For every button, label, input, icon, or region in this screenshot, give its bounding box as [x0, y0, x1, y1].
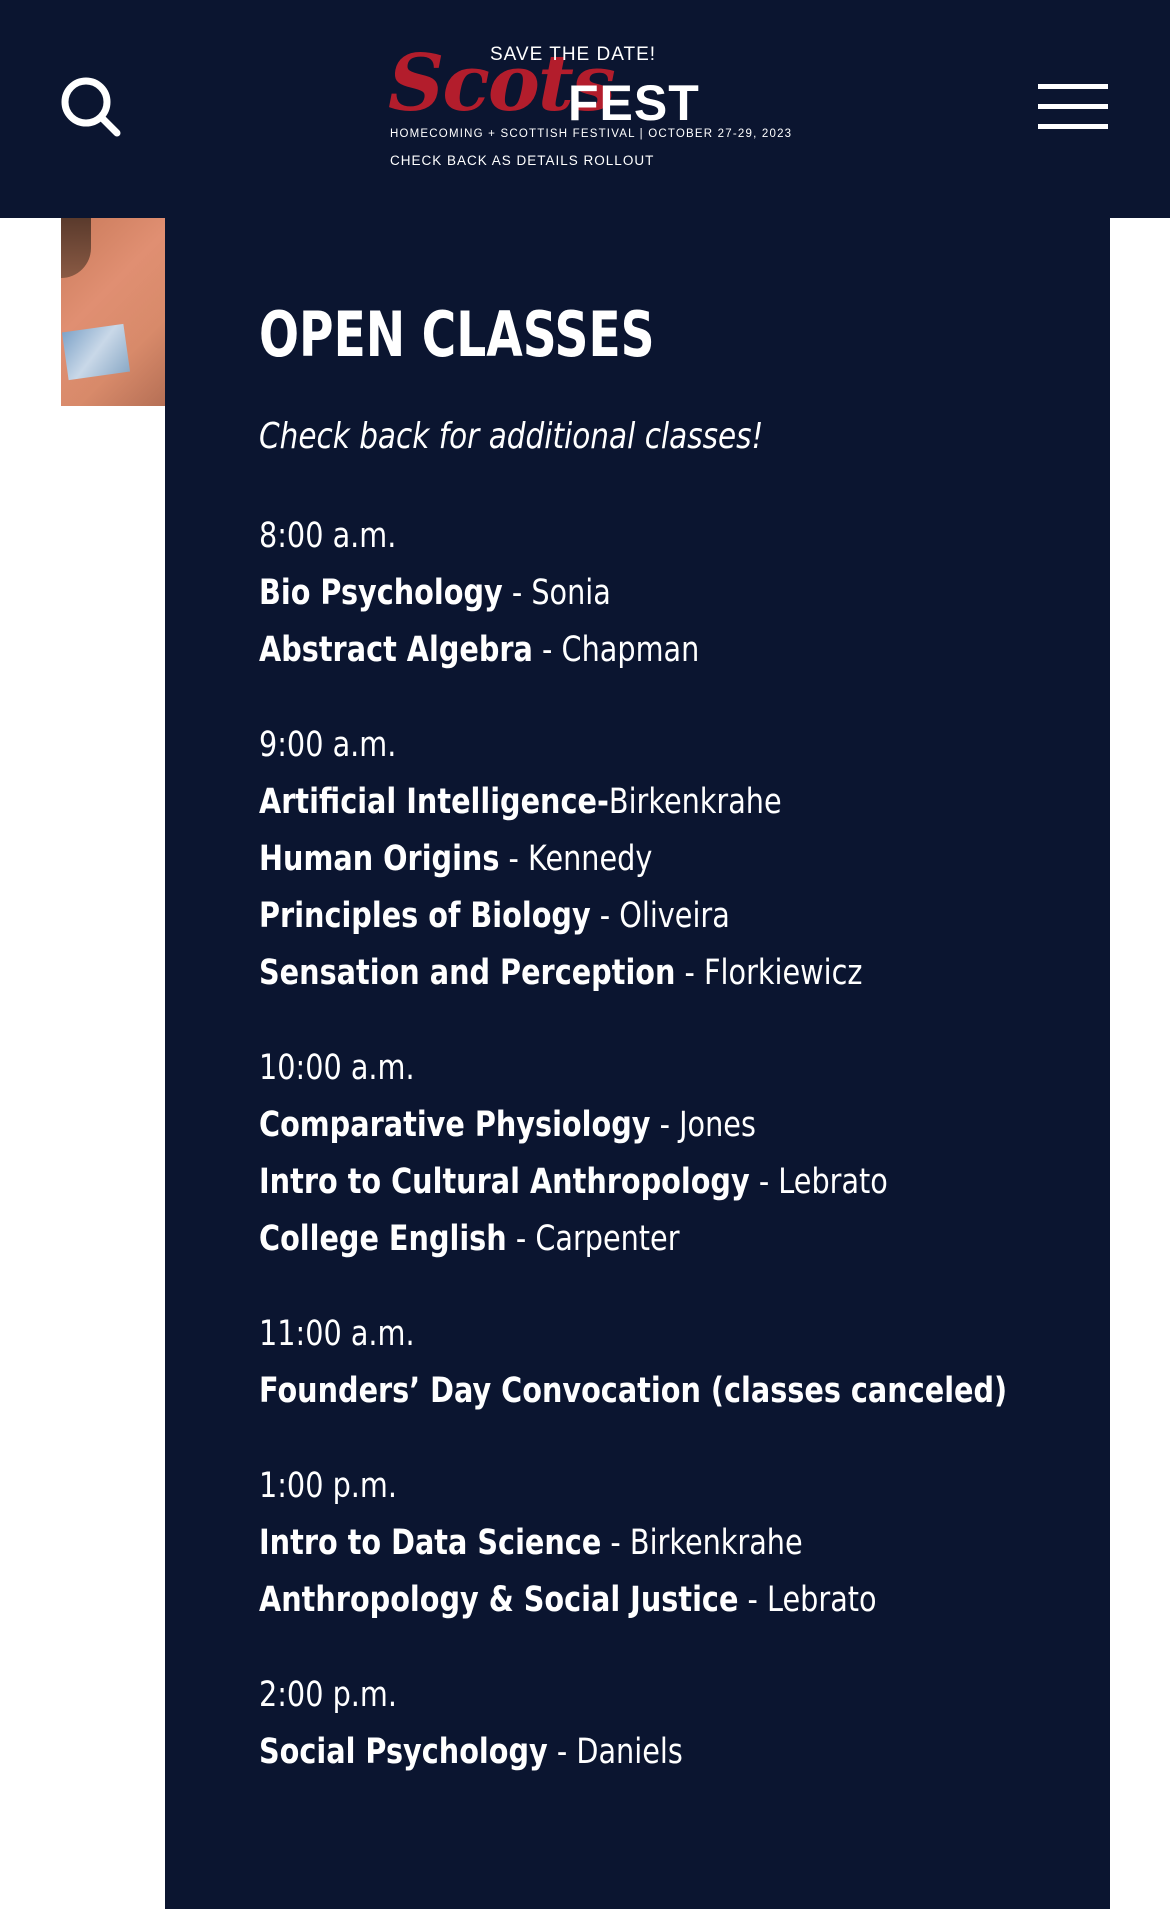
class-instructor: Oliveira: [619, 896, 730, 936]
site-header: Scots SAVE THE DATE! FEST HOMECOMING + S…: [0, 0, 1170, 218]
class-entry: Sensation and Perception - Florkiewicz: [259, 945, 948, 1002]
class-name[interactable]: Anthropology & Social Justice: [259, 1580, 738, 1620]
class-instructor: Chapman: [561, 630, 700, 670]
class-name[interactable]: Sensation and Perception: [259, 953, 675, 993]
class-separator: -: [532, 630, 562, 670]
class-separator: -: [502, 573, 532, 613]
logo-fest-wordmark: FEST: [568, 75, 700, 131]
search-icon: [61, 77, 121, 137]
class-separator: -: [499, 839, 529, 879]
class-instructor: Daniels: [576, 1732, 683, 1772]
class-entry: Comparative Physiology - Jones: [259, 1097, 948, 1154]
class-name[interactable]: Human Origins: [259, 839, 499, 879]
time-slot: 8:00 a.m. Bio Psychology - Sonia Abstract …: [259, 508, 1099, 679]
time-slot: 11:00 a.m. Founders’ Day Convocation (cla…: [259, 1306, 1099, 1420]
slot-time: 9:00 a.m.: [259, 725, 397, 765]
class-separator: -: [749, 1162, 779, 1202]
thumbnail-shadow: [61, 218, 91, 278]
class-separator: -: [547, 1732, 577, 1772]
menu-button[interactable]: [1036, 82, 1110, 132]
hamburger-menu-icon: [1038, 84, 1108, 129]
class-name[interactable]: Principles of Biology: [259, 896, 591, 936]
class-separator: -: [601, 1523, 630, 1563]
thumbnail-photo-print: [61, 323, 131, 381]
class-separator: -: [650, 1105, 680, 1145]
class-name[interactable]: Artificial Intelligence-: [259, 782, 609, 822]
class-entry: Social Psychology - Daniels: [259, 1724, 948, 1781]
class-separator: -: [506, 1219, 536, 1259]
class-entry: Bio Psychology - Sonia: [259, 565, 948, 622]
time-slot: 2:00 p.m. Social Psychology - Daniels: [259, 1667, 1099, 1781]
class-instructor: Birkenkrahe: [629, 1523, 803, 1563]
class-instructor: Birkenkrahe: [608, 782, 782, 822]
slot-time: 10:00 a.m.: [259, 1048, 415, 1088]
class-instructor: Sonia: [531, 573, 611, 613]
slot-time: 1:00 p.m.: [259, 1466, 398, 1506]
time-slot: 1:00 p.m. Intro to Data Science - Birkenk…: [259, 1458, 1099, 1629]
class-name[interactable]: Intro to Data Science: [259, 1523, 601, 1563]
class-instructor: Lebrato: [767, 1580, 877, 1620]
time-slot: 10:00 a.m. Comparative Physiology - Jones…: [259, 1040, 1099, 1268]
class-name[interactable]: Social Psychology: [259, 1732, 548, 1772]
scotsfest-logo[interactable]: Scots SAVE THE DATE! FEST HOMECOMING + S…: [380, 36, 800, 176]
page-title: OPEN CLASSES: [259, 298, 655, 371]
class-name[interactable]: College English: [259, 1219, 507, 1259]
logo-save-the-date: SAVE THE DATE!: [490, 44, 657, 65]
class-separator: -: [738, 1580, 768, 1620]
search-button[interactable]: [56, 72, 126, 142]
class-entry: Abstract Algebra - Chapman: [259, 622, 948, 679]
thumbnail-image: [61, 218, 165, 406]
page-subtitle: Check back for additional classes!: [259, 416, 764, 457]
class-separator: -: [675, 953, 705, 993]
class-entry: Founders’ Day Convocation (classes cance…: [259, 1363, 1007, 1420]
class-instructor: Kennedy: [528, 839, 653, 879]
class-name[interactable]: Bio Psychology: [259, 573, 503, 613]
logo-check-back: CHECK BACK AS DETAILS ROLLOUT: [390, 153, 655, 168]
slot-time: 2:00 p.m.: [259, 1675, 398, 1715]
class-separator: -: [590, 896, 620, 936]
class-entry: College English - Carpenter: [259, 1211, 948, 1268]
class-instructor: Carpenter: [535, 1219, 680, 1259]
class-name[interactable]: Comparative Physiology: [259, 1105, 650, 1145]
class-name[interactable]: Intro to Cultural Anthropology: [259, 1162, 750, 1202]
open-classes-panel: OPEN CLASSES Check back for additional c…: [165, 218, 1110, 1909]
slot-time: 8:00 a.m.: [259, 516, 397, 556]
class-entry: Artificial Intelligence-Birkenkrahe: [259, 774, 948, 831]
class-entry: Anthropology & Social Justice - Lebrato: [259, 1572, 948, 1629]
class-name[interactable]: Founders’ Day Convocation (classes cance…: [259, 1371, 1007, 1411]
class-entry: Human Origins - Kennedy: [259, 831, 948, 888]
class-entry: Intro to Data Science - Birkenkrahe: [259, 1515, 948, 1572]
class-instructor: Lebrato: [778, 1162, 888, 1202]
class-entry: Intro to Cultural Anthropology - Lebrato: [259, 1154, 948, 1211]
time-slot: 9:00 a.m. Artificial Intelligence-Birkenk…: [259, 717, 1099, 1002]
slot-time: 11:00 a.m.: [259, 1314, 415, 1354]
class-entry: Principles of Biology - Oliveira: [259, 888, 948, 945]
class-instructor: Jones: [679, 1105, 756, 1145]
class-schedule: 8:00 a.m. Bio Psychology - Sonia Abstract …: [259, 508, 1099, 1819]
class-name[interactable]: Abstract Algebra: [259, 630, 533, 670]
logo-tagline: HOMECOMING + SCOTTISH FESTIVAL | OCTOBER…: [390, 128, 793, 140]
class-instructor: Florkiewicz: [704, 953, 863, 993]
